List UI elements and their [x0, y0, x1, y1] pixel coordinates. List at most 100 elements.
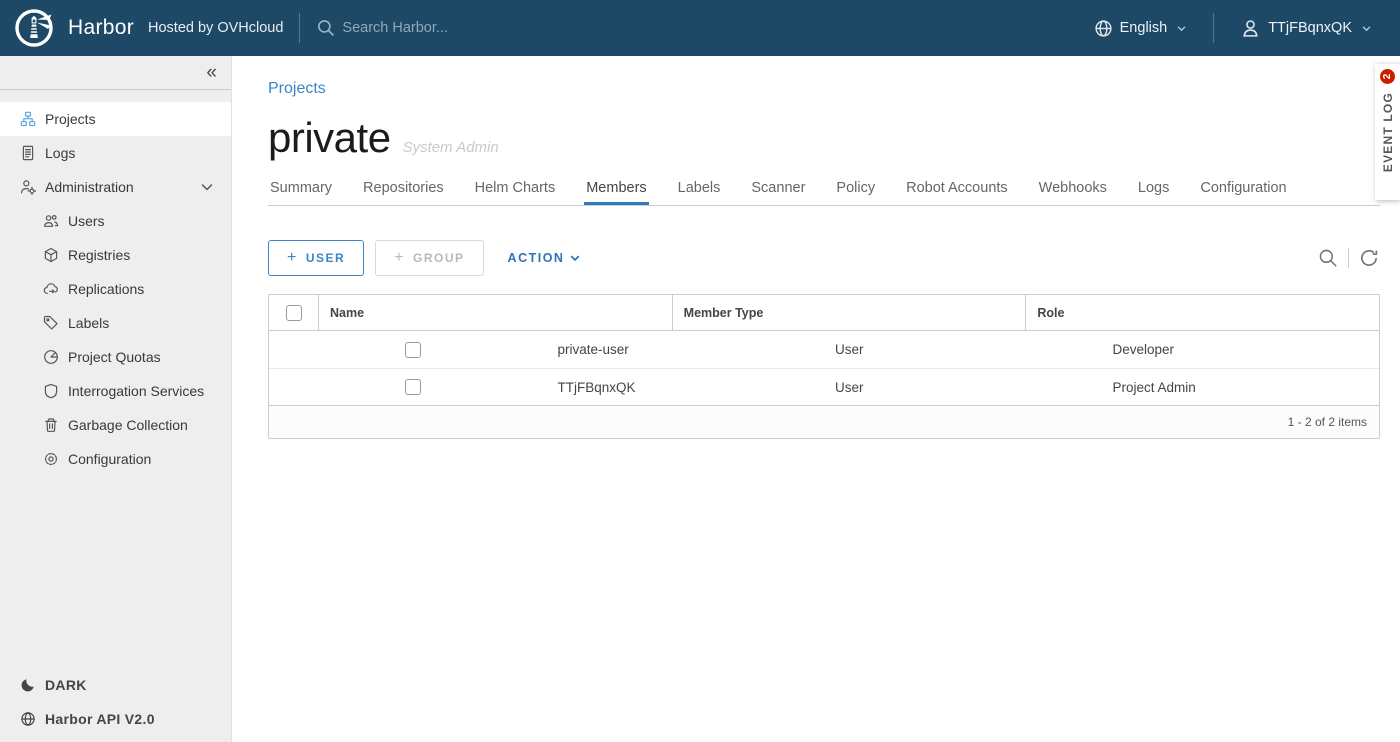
sidebar-item-users[interactable]: Users	[0, 204, 231, 238]
user-menu[interactable]: TTjFBqnxQK	[1240, 18, 1372, 39]
sidebar: « Projects Logs Administration Users Registr…	[0, 56, 232, 742]
sidebar-footer: DARK Harbor API V2.0	[0, 668, 231, 736]
event-log-tab[interactable]: EVENT LOG 2	[1375, 64, 1400, 200]
tab-labels[interactable]: Labels	[676, 176, 723, 205]
quota-pie-icon	[43, 349, 59, 365]
add-group-button[interactable]: + GROUP	[375, 240, 483, 276]
tab-scanner[interactable]: Scanner	[749, 176, 807, 205]
tab-summary[interactable]: Summary	[268, 176, 334, 205]
moon-icon	[20, 677, 36, 693]
column-header-role[interactable]: Role	[1025, 295, 1379, 330]
search-input[interactable]	[342, 20, 542, 36]
user-icon	[1240, 18, 1261, 39]
sidebar-top: «	[0, 56, 231, 90]
sidebar-item-label: Project Quotas	[68, 349, 161, 365]
tab-helm-charts[interactable]: Helm Charts	[473, 176, 558, 205]
members-table: NameMember TypeRole private-userUserDeve…	[268, 294, 1380, 439]
members-table-header: NameMember TypeRole	[269, 295, 1379, 331]
toolbar-divider	[1348, 248, 1349, 268]
collapse-sidebar-icon[interactable]: «	[206, 63, 217, 82]
event-log-label: EVENT LOG	[1381, 92, 1395, 172]
sidebar-item-label: Labels	[68, 315, 109, 331]
tab-members[interactable]: Members	[584, 176, 648, 205]
api-globe-icon	[20, 711, 36, 727]
lighthouse-icon	[14, 8, 54, 48]
tab-policy[interactable]: Policy	[834, 176, 877, 205]
sidebar-item-logs[interactable]: Logs	[0, 136, 231, 170]
sidebar-item-label: Garbage Collection	[68, 417, 188, 433]
plus-icon: +	[287, 249, 298, 267]
sidebar-item-garbage-collection[interactable]: Garbage Collection	[0, 408, 231, 442]
sidebar-item-project-quotas[interactable]: Project Quotas	[0, 340, 231, 374]
administration-submenu: Users Registries Replications Labels Project…	[0, 204, 231, 476]
sidebar-nav: Projects Logs Administration Users Registrie…	[0, 102, 231, 476]
sidebar-item-projects[interactable]: Projects	[0, 102, 231, 136]
sidebar-item-label: Configuration	[68, 451, 151, 467]
pagination-summary: 1 - 2 of 2 items	[1288, 415, 1367, 429]
sidebar-item-label: Logs	[45, 145, 75, 161]
cell-role: Project Admin	[1102, 369, 1380, 405]
tab-robot-accounts[interactable]: Robot Accounts	[904, 176, 1010, 205]
sidebar-item-replications[interactable]: Replications	[0, 272, 231, 306]
users-icon	[43, 213, 59, 229]
event-log-wrap: EVENT LOG 2	[1375, 64, 1400, 200]
breadcrumb-projects-link[interactable]: Projects	[268, 80, 326, 98]
plus-icon: +	[394, 249, 405, 267]
members-table-body: private-userUserDeveloperTTjFBqnxQKUserP…	[269, 331, 1379, 405]
tab-configuration[interactable]: Configuration	[1198, 176, 1288, 205]
sidebar-item-administration[interactable]: Administration	[0, 170, 231, 204]
sidebar-item-registries[interactable]: Registries	[0, 238, 231, 272]
tab-webhooks[interactable]: Webhooks	[1037, 176, 1109, 205]
sidebar-footer-dark[interactable]: DARK	[0, 668, 231, 702]
trash-icon	[43, 417, 59, 433]
members-toolbar: + USER + GROUP ACTION	[268, 240, 1380, 276]
row-checkbox[interactable]	[405, 342, 421, 358]
sidebar-item-label: Users	[68, 213, 105, 229]
sidebar-item-configuration[interactable]: Configuration	[0, 442, 231, 476]
product-name: Harbor	[68, 16, 134, 40]
sidebar-item-labels[interactable]: Labels	[0, 306, 231, 340]
cell-member-type: User	[824, 331, 1102, 368]
username-label: TTjFBqnxQK	[1268, 20, 1352, 36]
sidebar-item-label: Replications	[68, 281, 144, 297]
action-dropdown[interactable]: ACTION	[508, 251, 582, 265]
row-checkbox[interactable]	[405, 379, 421, 395]
header-divider	[1213, 13, 1214, 43]
sidebar-item-label: Administration	[45, 179, 134, 195]
sidebar-item-label: Registries	[68, 247, 130, 263]
add-user-button[interactable]: + USER	[268, 240, 364, 276]
column-header-name[interactable]: Name	[318, 295, 672, 330]
sidebar-item-label: Projects	[45, 111, 96, 127]
language-menu[interactable]: English	[1094, 19, 1188, 38]
tab-repositories[interactable]: Repositories	[361, 176, 446, 205]
select-all-checkbox[interactable]	[286, 305, 302, 321]
table-row: TTjFBqnxQKUserProject Admin	[269, 368, 1379, 405]
refresh-icon[interactable]	[1358, 247, 1380, 269]
table-row: private-userUserDeveloper	[269, 331, 1379, 368]
header-right: English TTjFBqnxQK	[1094, 13, 1400, 43]
admin-user-gear-icon	[20, 179, 36, 195]
search-icon	[316, 18, 336, 38]
cube-icon	[43, 247, 59, 263]
sidebar-footer-harbor-api-v2-0[interactable]: Harbor API V2.0	[0, 702, 231, 736]
filter-search-icon[interactable]	[1317, 247, 1339, 269]
cell-name: private-user	[547, 331, 825, 368]
column-header-member-type[interactable]: Member Type	[672, 295, 1026, 330]
top-header: Harbor Hosted by OVHcloud English	[0, 0, 1400, 56]
row-checkbox-cell	[269, 331, 547, 368]
sidebar-item-interrogation-services[interactable]: Interrogation Services	[0, 374, 231, 408]
cloud-sync-icon	[43, 281, 59, 297]
gear-icon	[43, 451, 59, 467]
harbor-logo[interactable]	[14, 8, 54, 48]
main-content: Projects private System Admin SummaryRep…	[232, 56, 1400, 742]
global-search[interactable]	[316, 18, 542, 38]
harbor-app: Harbor Hosted by OVHcloud English	[0, 0, 1400, 742]
shield-icon	[43, 383, 59, 399]
logs-list-icon	[20, 145, 36, 161]
sidebar-footer-label: DARK	[45, 677, 87, 693]
row-checkbox-cell	[269, 369, 547, 405]
project-tabs: Summary Repositories Helm Charts Members Lab…	[268, 176, 1380, 206]
tab-logs[interactable]: Logs	[1136, 176, 1171, 205]
cell-member-type: User	[824, 369, 1102, 405]
cell-role: Developer	[1102, 331, 1380, 368]
